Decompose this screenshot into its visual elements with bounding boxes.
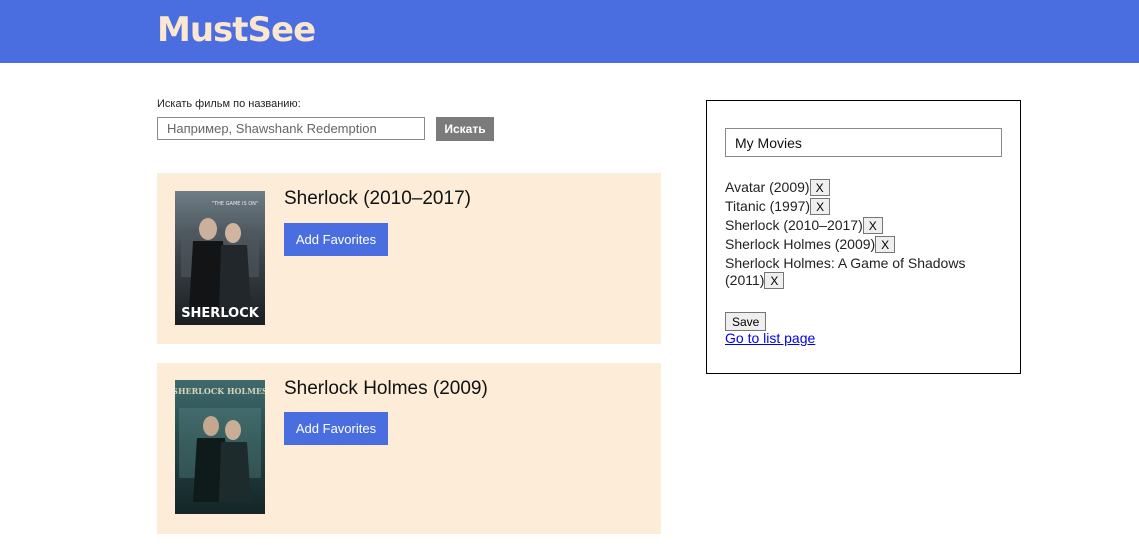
search-button[interactable]: Искать xyxy=(436,117,494,141)
movie-poster: "THE GAME IS ON" SHERLOCK xyxy=(175,191,265,325)
remove-button[interactable]: X xyxy=(875,236,896,253)
remove-button[interactable]: X xyxy=(809,179,830,196)
app-header: MustSee xyxy=(0,0,1139,63)
add-favorites-button[interactable]: Add Favorites xyxy=(284,223,388,256)
remove-button[interactable]: X xyxy=(764,272,785,289)
favorites-panel: Avatar (2009)X Titanic (1997)X Sherlock … xyxy=(706,100,1021,374)
remove-button[interactable]: X xyxy=(862,217,883,234)
poster-tagline: "THE GAME IS ON" xyxy=(212,201,258,207)
list-item-title: Avatar (2009) xyxy=(725,179,810,195)
save-button[interactable]: Save xyxy=(725,312,767,331)
list-item: Sherlock (2010–2017) X xyxy=(725,217,995,234)
list-item: Titanic (1997) X xyxy=(725,198,995,215)
search-label: Искать фильм по названию: xyxy=(157,98,301,110)
app-logo[interactable]: MustSee xyxy=(157,10,316,50)
list-item-title: Sherlock Holmes (2009) xyxy=(725,236,876,252)
list-item: Avatar (2009) X xyxy=(725,179,995,196)
add-favorites-button[interactable]: Add Favorites xyxy=(284,412,388,445)
remove-button[interactable]: X xyxy=(810,198,831,215)
list-name-input[interactable] xyxy=(725,128,1002,157)
movie-title: Sherlock (2010–2017) xyxy=(284,188,471,209)
list-page-link[interactable]: Go to list page xyxy=(725,330,815,346)
list-item: Sherlock Holmes (2009) X xyxy=(725,236,995,253)
list-item-title: Sherlock Holmes: A Game of Shadows (2011… xyxy=(725,255,966,288)
movie-poster: SHERLOCK HOLMES xyxy=(175,380,265,514)
poster-title: SHERLOCK HOLMES xyxy=(175,386,265,396)
list-item: Sherlock Holmes: A Game of Shadows (2011… xyxy=(725,255,995,289)
search-input[interactable] xyxy=(157,117,425,140)
list-item-title: Sherlock (2010–2017) xyxy=(725,217,863,233)
favorites-list: Avatar (2009) X Titanic (1997) X Sherlock … xyxy=(725,179,995,291)
poster-title: SHERLOCK xyxy=(181,306,260,321)
list-item-title: Titanic (1997) xyxy=(725,198,811,214)
movie-card: SHERLOCK HOLMES Sherlock Holmes (2009) A… xyxy=(157,363,661,534)
movie-title: Sherlock Holmes (2009) xyxy=(284,378,488,399)
movie-card: "THE GAME IS ON" SHERLOCK Sherlock (2010… xyxy=(157,173,661,344)
